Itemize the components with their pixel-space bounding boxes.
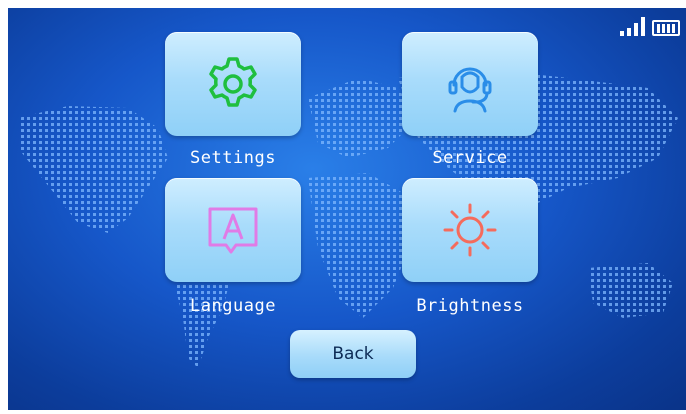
signal-bars-icon [634,23,638,36]
headset-agent-icon [448,67,492,113]
back-button[interactable]: Back [290,330,416,378]
battery-icon [652,20,680,36]
brightness-button[interactable] [402,178,538,282]
sun-icon [443,203,497,257]
settings-button[interactable] [165,32,301,136]
language-label: Language [190,296,276,316]
status-bar [620,12,680,36]
settings-label: Settings [190,148,276,168]
brightness-label: Brightness [416,296,524,316]
letter-a-speech-icon [208,207,258,254]
screen: Settings Service Language Brightness Bac… [8,8,686,410]
signal-bars-icon [641,17,645,36]
signal-bars-icon [627,28,631,36]
language-button[interactable] [165,178,301,282]
signal-bars-icon [620,31,624,36]
gear-icon [209,57,257,107]
service-label: Service [432,148,508,168]
service-button[interactable] [402,32,538,136]
